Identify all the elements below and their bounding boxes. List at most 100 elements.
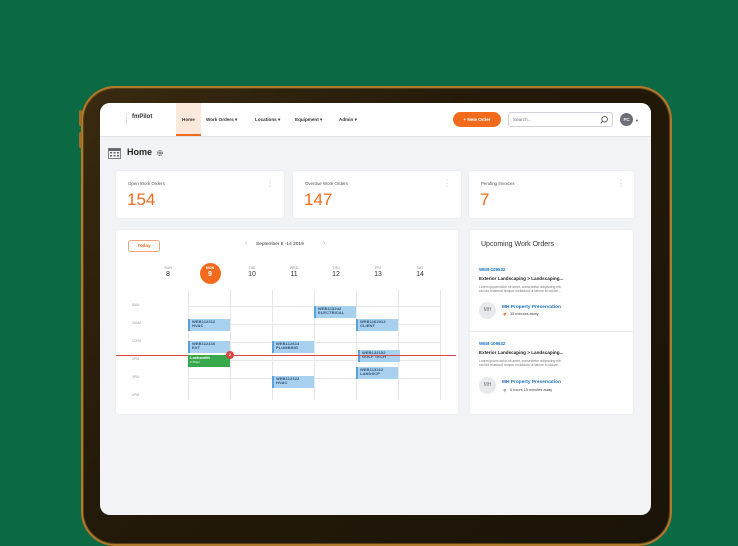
grid-line: [398, 290, 399, 400]
nav-tab-equipment[interactable]: Equipment ▾: [295, 103, 322, 136]
day-number[interactable]: 13: [366, 271, 390, 278]
upcoming-work-orders-card: Upcoming Work Orders WEB-109532 Exterior…: [470, 230, 633, 414]
event-type: CLIENT: [360, 323, 376, 329]
user-avatar[interactable]: FC: [620, 113, 633, 126]
work-order-title[interactable]: Exterior Landscaping > Landscaping...: [479, 350, 563, 355]
calendar-event[interactable]: WEB113242 ELECTRICAL: [314, 306, 356, 318]
grid-line: [230, 290, 231, 400]
navigation-arrow-icon: [502, 312, 507, 317]
stat-value: 147: [304, 190, 333, 209]
day-name: THU: [332, 266, 340, 270]
logo-separator: [126, 113, 127, 125]
nav-tab-home[interactable]: Home: [176, 103, 201, 136]
work-order-description: Lorem ipsum dolor sit amet, consectetur …: [479, 285, 599, 293]
day-name: TUE: [248, 266, 256, 270]
day-number[interactable]: 14: [408, 271, 432, 278]
work-order-number[interactable]: WEB-109532: [479, 341, 505, 346]
calendar-icon: [108, 148, 121, 159]
gear-icon[interactable]: [156, 149, 164, 157]
navigation-arrow-icon: [502, 388, 507, 393]
day-name: MON: [205, 266, 215, 270]
vendor-name-link[interactable]: MH Property Preservation: [502, 305, 561, 310]
top-nav: fmPilot Home Work Orders ▾ Locations ▾ E…: [100, 103, 651, 137]
tablet-side-button: [79, 132, 82, 148]
event-type: HVAC: [276, 380, 288, 386]
work-order-title[interactable]: Exterior Landscaping > Landscaping...: [479, 276, 563, 281]
app-logo[interactable]: fmPilot: [132, 114, 152, 120]
grid-line: [440, 290, 441, 400]
work-order-number[interactable]: WEB-109532: [479, 267, 505, 272]
time-label: 4PM: [132, 375, 139, 379]
day-number[interactable]: 8: [156, 271, 180, 278]
divider: [470, 331, 633, 332]
calendar-event[interactable]: WEB113312 LANDSCP: [356, 367, 398, 379]
upcoming-title: Upcoming Work Orders: [481, 241, 555, 248]
day-name: FRI: [375, 266, 381, 270]
vendor-name-link[interactable]: MH Property Preservation: [502, 380, 561, 385]
stat-card-pending-invoices[interactable]: Pending Invoices 7 · · ·: [469, 171, 634, 218]
description-line: sed do eiusmod tempor incididunt ut labo…: [479, 363, 561, 368]
event-time: 2:15pm: [190, 360, 201, 365]
description-line: sed do eiusmod tempor incididunt ut labo…: [479, 289, 561, 294]
stat-label: Open Work Orders: [128, 181, 165, 186]
page-title: Home: [127, 147, 153, 157]
stat-label: Pending Invoices: [481, 181, 515, 186]
new-order-button[interactable]: + New Order: [453, 112, 501, 127]
today-button[interactable]: Today: [128, 240, 160, 252]
stat-card-open-work-orders[interactable]: Open Work Orders 154 · · ·: [116, 171, 284, 218]
eta-text: 35 minutes away: [510, 312, 539, 316]
work-order-description: Lorem ipsum dolor sit amet, consectetur …: [479, 359, 599, 367]
current-time-line: [116, 355, 456, 356]
calendar-event[interactable]: WEB112416 EXT: [188, 341, 230, 353]
day-name: WED: [289, 266, 299, 270]
week-label: September 8 -14 2019: [256, 242, 304, 247]
eta-text: 4 hours 15 minutes away: [510, 388, 553, 392]
vendor-avatar: MH: [479, 377, 496, 394]
event-title: Locksmith: [190, 355, 211, 360]
day-number[interactable]: 10: [240, 271, 264, 278]
event-type: EXT: [192, 345, 201, 351]
time-label: 8AM: [132, 303, 139, 307]
calendar-event-current[interactable]: Locksmith 2:15pm: [188, 355, 230, 367]
event-type: LANDSCP: [360, 371, 381, 377]
chevron-down-icon[interactable]: ▼: [635, 118, 639, 123]
calendar-event[interactable]: WEB1162012 CLIENT: [356, 319, 398, 331]
day-number[interactable]: 9: [198, 271, 222, 278]
event-type: GOLF TECH: [362, 354, 387, 360]
kebab-menu-icon[interactable]: · · ·: [445, 177, 449, 190]
kebab-menu-icon[interactable]: · · ·: [619, 177, 623, 190]
event-count-badge[interactable]: 2: [226, 351, 234, 359]
nav-tab-work-orders[interactable]: Work Orders ▾: [206, 103, 237, 136]
day-number[interactable]: 11: [282, 271, 306, 278]
nav-tab-locations[interactable]: Locations ▾: [255, 103, 280, 136]
nav-tab-admin[interactable]: Admin ▾: [339, 103, 357, 136]
event-type: HVAC: [192, 323, 204, 329]
event-type: ELECTRICAL: [318, 310, 345, 316]
calendar-event[interactable]: WEB132152 GOLF TECH: [358, 350, 400, 362]
stat-label: Overdue Work Orders: [305, 181, 348, 186]
stat-card-overdue-work-orders[interactable]: Overdue Work Orders 147 · · ·: [293, 171, 461, 218]
chevron-left-icon[interactable]: ‹: [245, 240, 247, 247]
chevron-right-icon[interactable]: ›: [323, 240, 325, 247]
event-type: PLUMBING: [276, 345, 299, 351]
calendar-event[interactable]: WEB112322 HVAC: [272, 376, 314, 388]
time-label: 6PM: [132, 393, 139, 397]
time-label: 2PM: [132, 357, 139, 361]
calendar-card: Today ‹ September 8 -14 2019 › SUN 8 MON…: [116, 230, 458, 414]
vendor-avatar: MH: [479, 302, 496, 319]
tablet-side-button: [79, 110, 82, 126]
search-icon[interactable]: [599, 115, 609, 125]
kebab-menu-icon[interactable]: · · ·: [268, 177, 272, 190]
stat-value: 154: [127, 190, 156, 209]
calendar-event[interactable]: WEB112312 HVAC: [188, 319, 230, 331]
grid-line: [356, 290, 357, 400]
stat-value: 7: [480, 190, 490, 209]
day-name: SAT: [416, 266, 424, 270]
time-label: 12PM: [132, 339, 141, 343]
day-number[interactable]: 12: [324, 271, 348, 278]
search-input[interactable]: [508, 112, 613, 127]
calendar-event[interactable]: WEB112614 PLUMBING: [272, 341, 314, 353]
app-screen: fmPilot Home Work Orders ▾ Locations ▾ E…: [100, 103, 651, 515]
day-name: SUN: [164, 266, 172, 270]
time-label: 10AM: [132, 321, 141, 325]
